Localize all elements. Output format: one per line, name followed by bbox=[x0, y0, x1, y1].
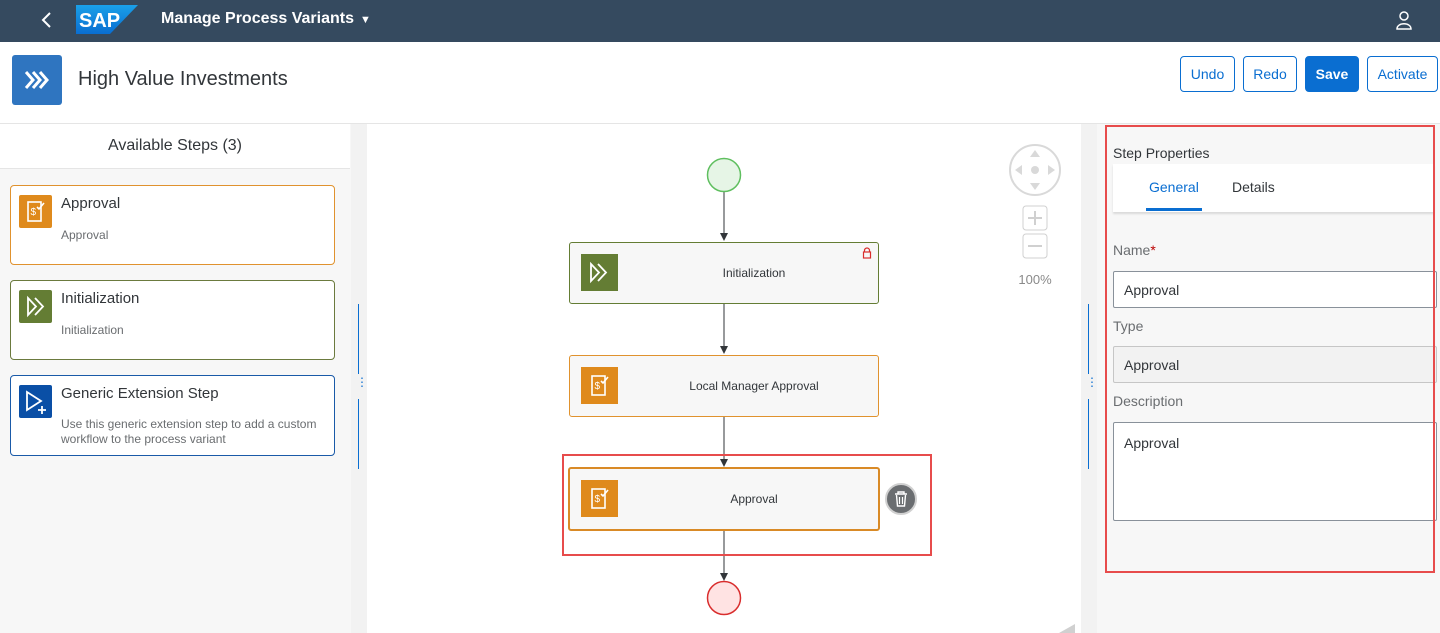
process-forward-icon bbox=[12, 55, 62, 105]
step-card-subtitle: Approval bbox=[61, 228, 109, 242]
svg-text:$: $ bbox=[595, 494, 601, 505]
available-steps-panel: Available Steps (3) $ Approval Approval … bbox=[0, 124, 350, 633]
required-marker: * bbox=[1150, 242, 1156, 258]
step-card-subtitle: Use this generic extension step to add a… bbox=[61, 417, 317, 446]
page-title: High Value Investments bbox=[78, 68, 288, 90]
step-card-title: Generic Extension Step bbox=[61, 385, 219, 402]
undo-button[interactable]: Undo bbox=[1180, 56, 1235, 92]
name-label-text: Name bbox=[1113, 242, 1151, 258]
approval-icon: $ bbox=[581, 480, 618, 517]
zoom-level: 100% bbox=[1018, 272, 1052, 287]
flow-node-label: Initialization bbox=[722, 266, 786, 280]
sap-logo[interactable]: SAP bbox=[76, 5, 138, 34]
object-header: High Value Investments Undo Redo Save Ac… bbox=[0, 42, 1440, 124]
splitter-bar bbox=[358, 304, 359, 374]
extension-step-icon bbox=[19, 385, 52, 418]
flow-node-label: Approval bbox=[730, 492, 778, 506]
delete-icon[interactable] bbox=[885, 483, 917, 515]
pan-control-icon[interactable] bbox=[1008, 143, 1062, 197]
description-field[interactable]: Approval bbox=[1113, 422, 1437, 521]
step-card-subtitle: Initialization bbox=[61, 323, 124, 337]
app-title-menu[interactable]: Manage Process Variants ▼ bbox=[161, 10, 371, 28]
splitter-bar bbox=[358, 399, 359, 469]
step-card-approval[interactable]: $ Approval Approval bbox=[10, 185, 335, 265]
description-label: Description bbox=[1113, 393, 1184, 409]
available-steps-heading: Available Steps (3) bbox=[0, 124, 350, 169]
flow-node-approval[interactable]: $ Approval bbox=[568, 467, 880, 531]
svg-text:$: $ bbox=[31, 207, 37, 218]
end-event[interactable] bbox=[706, 580, 742, 616]
approval-icon: $ bbox=[581, 367, 618, 404]
name-field[interactable] bbox=[1113, 271, 1437, 308]
flow-node-local-manager-approval[interactable]: $ Local Manager Approval bbox=[569, 355, 879, 417]
save-button[interactable]: Save bbox=[1305, 56, 1359, 92]
splitter-bar bbox=[1088, 399, 1089, 469]
svg-text:$: $ bbox=[595, 381, 601, 392]
type-label: Type bbox=[1113, 318, 1144, 334]
zoom-out-icon[interactable] bbox=[1022, 233, 1048, 259]
step-card-title: Approval bbox=[61, 195, 121, 212]
approval-icon: $ bbox=[19, 195, 52, 228]
shell-bar: SAP Manage Process Variants ▼ bbox=[0, 0, 1440, 42]
app-title: Manage Process Variants bbox=[161, 10, 354, 27]
tab-details[interactable]: Details bbox=[1232, 179, 1275, 195]
step-card-generic-extension[interactable]: Generic Extension Step Use this generic … bbox=[10, 375, 335, 456]
name-label: Name* bbox=[1113, 242, 1156, 258]
lock-icon bbox=[862, 247, 872, 259]
initialization-icon bbox=[581, 254, 618, 291]
step-card-title: Initialization bbox=[61, 290, 140, 307]
sap-logo-text: SAP bbox=[79, 10, 120, 32]
process-canvas[interactable]: 100% Initialization $ Local Manager Appr… bbox=[367, 124, 1081, 633]
type-field: Approval bbox=[1113, 346, 1437, 383]
step-properties-heading: Step Properties bbox=[1113, 145, 1210, 161]
start-event[interactable] bbox=[706, 157, 742, 193]
splitter-bar bbox=[1088, 304, 1089, 374]
chevron-left-icon[interactable] bbox=[36, 8, 58, 32]
step-properties-panel: Step Properties General Details Name* Ty… bbox=[1097, 124, 1440, 633]
tab-general[interactable]: General bbox=[1149, 179, 1199, 195]
activate-button[interactable]: Activate bbox=[1367, 56, 1438, 92]
right-splitter[interactable]: ⋮ bbox=[1081, 124, 1098, 633]
active-tab-indicator bbox=[1146, 208, 1202, 211]
flow-node-label: Local Manager Approval bbox=[689, 379, 819, 393]
properties-tab-bar: General Details bbox=[1113, 164, 1434, 212]
left-splitter[interactable]: ⋮ bbox=[351, 124, 368, 633]
caret-down-icon: ▼ bbox=[359, 13, 371, 26]
zoom-in-icon[interactable] bbox=[1022, 205, 1048, 231]
initialization-icon bbox=[19, 290, 52, 323]
flow-node-initialization[interactable]: Initialization bbox=[569, 242, 879, 304]
step-card-initialization[interactable]: Initialization Initialization bbox=[10, 280, 335, 360]
resize-corner-icon[interactable] bbox=[1059, 624, 1075, 633]
redo-button[interactable]: Redo bbox=[1243, 56, 1297, 92]
user-icon[interactable] bbox=[1394, 10, 1414, 30]
